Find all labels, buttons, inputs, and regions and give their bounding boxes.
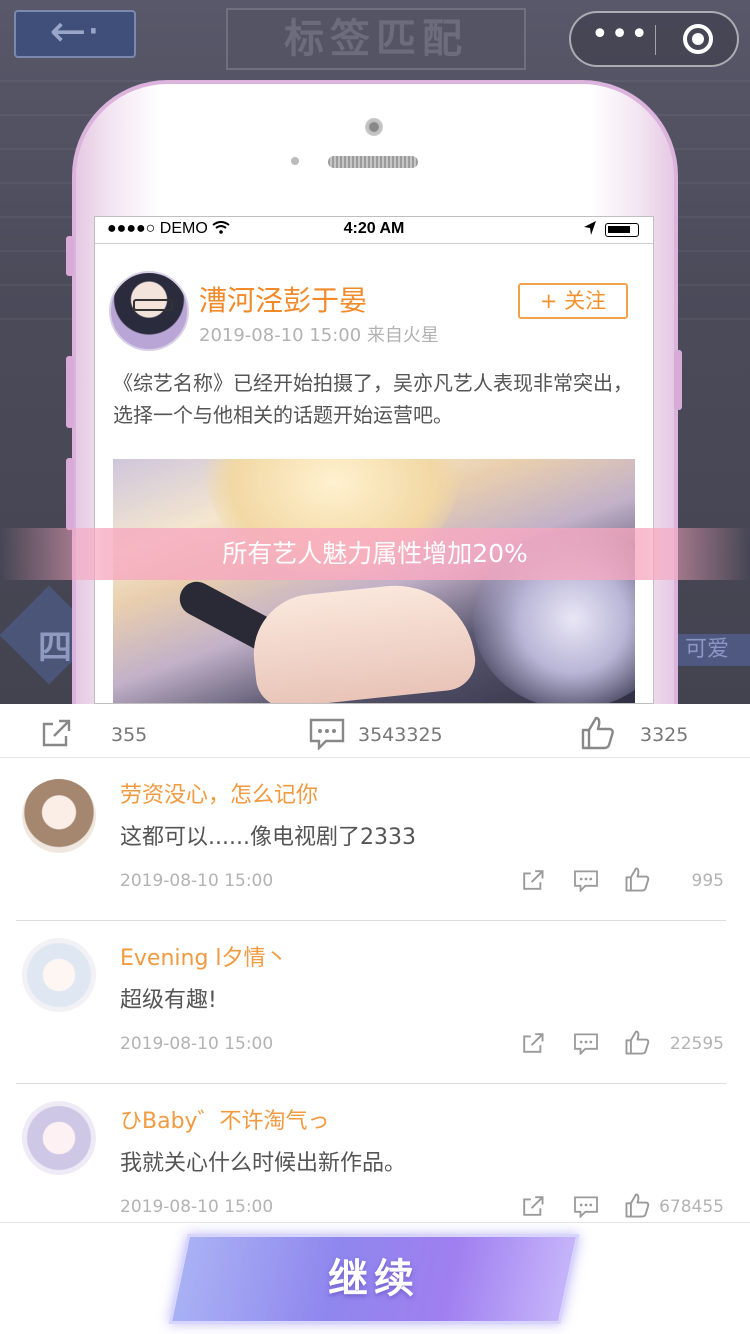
comment-like-count: 22595 <box>669 1034 724 1054</box>
like-count: 3325 <box>640 724 689 746</box>
continue-button-label[interactable]: 继续 <box>178 1234 570 1324</box>
phone-sensor <box>291 157 299 165</box>
share-icon[interactable] <box>40 718 72 748</box>
comment-like-count: 678455 <box>659 1197 724 1217</box>
share-icon[interactable] <box>521 1195 545 1217</box>
like-icon[interactable] <box>625 1193 650 1218</box>
post-text: 《综艺名称》已经开始拍摄了，吴亦凡艺人表现非常突出，选择一个与他相关的话题开始运… <box>113 371 633 427</box>
phone-side-button <box>674 350 682 410</box>
commenter-name[interactable]: Evening l夕情丶 <box>120 940 288 972</box>
share-icon[interactable] <box>521 1032 545 1054</box>
comment-count: 3543325 <box>358 724 443 746</box>
commenter-avatar[interactable] <box>22 938 96 1012</box>
sheet-divider <box>0 1222 750 1223</box>
like-icon[interactable] <box>581 716 615 750</box>
like-icon[interactable] <box>625 867 650 892</box>
comment-icon[interactable] <box>573 1196 599 1218</box>
comment-item: Evening l夕情丶 超级有趣! 2019-08-10 15:00 2259… <box>16 920 726 1084</box>
commenter-name[interactable]: 劳资没心，怎么记你 <box>120 777 318 809</box>
background-badge-label: 四 <box>38 628 72 668</box>
share-icon[interactable] <box>521 869 545 891</box>
comment-icon[interactable] <box>573 1033 599 1055</box>
phone-speaker <box>328 156 418 168</box>
comment-time: 2019-08-10 15:00 <box>120 1197 274 1217</box>
status-bar: ●●●●○ DEMO 4:20 AM <box>95 217 653 244</box>
buff-banner: 所有艺人魅力属性增加20% <box>0 528 750 580</box>
image-hand-shape <box>247 577 479 703</box>
post-actions-bar: 355 3543325 3325 <box>0 704 750 758</box>
location-arrow-icon <box>584 221 596 235</box>
close-miniprogram-icon[interactable] <box>683 24 713 54</box>
author-avatar[interactable] <box>109 271 189 351</box>
phone-side-button <box>66 236 74 276</box>
comment-item: 劳资没心，怎么记你 这都可以......像电视剧了2333 2019-08-10… <box>16 757 726 921</box>
comment-time: 2019-08-10 15:00 <box>120 1034 274 1054</box>
comment-text: 这都可以......像电视剧了2333 <box>120 825 416 850</box>
comment-text: 我就关心什么时候出新作品。 <box>120 1151 407 1176</box>
follow-button[interactable]: + 关注 <box>518 283 628 319</box>
status-divider <box>95 243 653 244</box>
commenter-name[interactable]: ひBaby゛不许淘气っ <box>120 1103 330 1135</box>
comment-text: 超级有趣! <box>120 988 217 1013</box>
comment-time: 2019-08-10 15:00 <box>120 871 274 891</box>
back-arrow-icon: ←· <box>14 10 136 58</box>
background-title: 标签匹配 <box>226 8 526 70</box>
share-count: 355 <box>111 724 148 746</box>
commenter-avatar[interactable] <box>22 779 96 853</box>
commenter-avatar[interactable] <box>22 1101 96 1175</box>
phone-side-button <box>66 356 74 428</box>
comment-icon[interactable] <box>309 718 345 750</box>
author-name[interactable]: 漕河泾彭于晏 <box>199 279 367 319</box>
post-meta: 2019-08-10 15:00 来自火星 <box>199 325 439 346</box>
phone-screen: ●●●●○ DEMO 4:20 AM 漕河泾彭于晏 2019-08-10 15:… <box>94 216 654 704</box>
phone-side-button <box>66 458 74 530</box>
status-time: 4:20 AM <box>343 220 405 237</box>
comment-like-count: 995 <box>691 871 724 891</box>
more-menu-icon[interactable]: ••• <box>591 13 648 65</box>
phone-camera <box>365 118 383 136</box>
post-image <box>113 459 635 703</box>
like-icon[interactable] <box>625 1030 650 1055</box>
buff-banner-text: 所有艺人魅力属性增加20% <box>222 539 528 568</box>
battery-icon <box>605 223 639 237</box>
comment-icon[interactable] <box>573 870 599 892</box>
miniprogram-capsule: ••• <box>569 11 739 67</box>
capsule-divider <box>655 25 656 55</box>
